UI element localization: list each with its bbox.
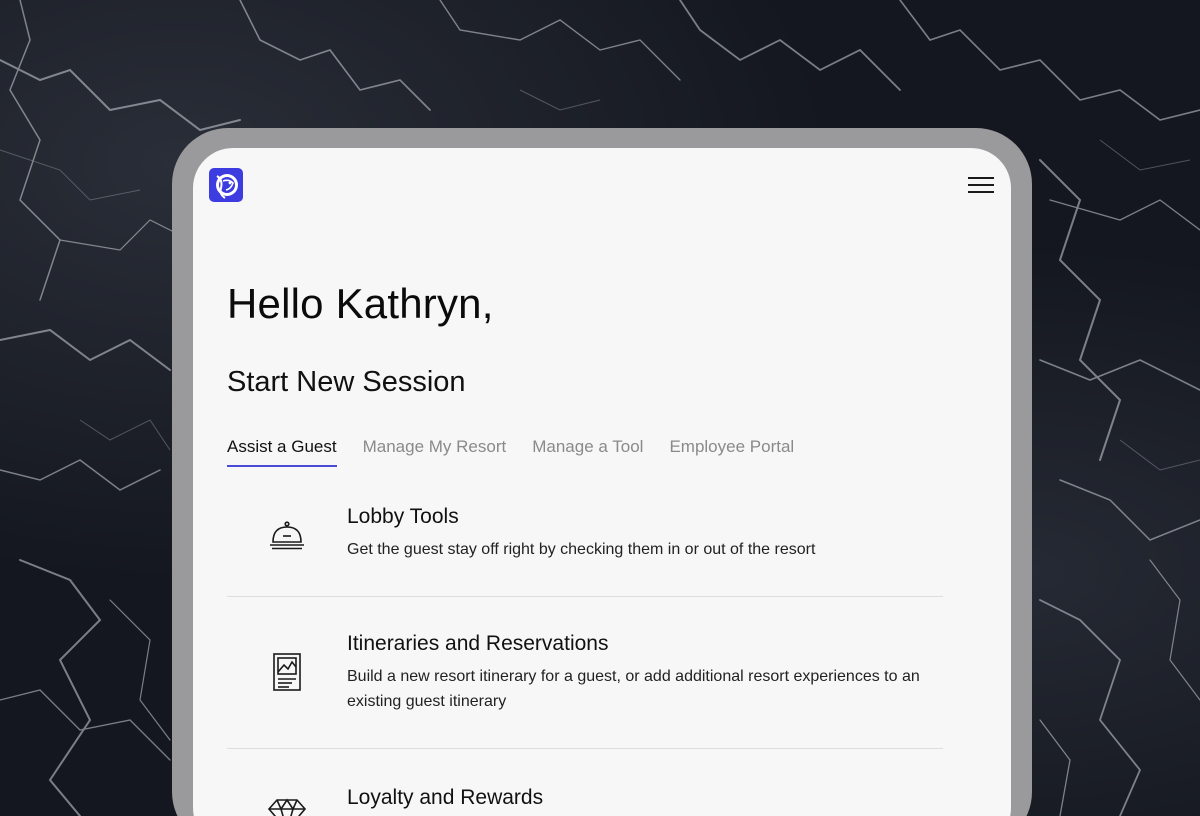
item-title: Itineraries and Reservations xyxy=(347,632,609,655)
item-description: Build a new resort itinerary for a guest… xyxy=(347,668,920,710)
list-item-lobby-tools[interactable]: Lobby Tools Get the guest stay off right… xyxy=(227,503,943,593)
greeting-heading: Hello Kathryn, xyxy=(227,280,494,327)
itinerary-document-icon xyxy=(267,650,307,691)
tablet-screen: Hello Kathryn, Start New Session Assist … xyxy=(193,148,1011,816)
hamburger-menu-icon[interactable] xyxy=(968,175,994,195)
session-tabs: Assist a Guest Manage My Resort Manage a… xyxy=(227,435,820,467)
list-item-itineraries[interactable]: Itineraries and Reservations Build a new… xyxy=(227,630,943,730)
tab-assist-a-guest[interactable]: Assist a Guest xyxy=(227,435,337,467)
item-title: Loyalty and Rewards xyxy=(347,786,544,809)
divider xyxy=(227,748,943,749)
list-item-loyalty[interactable]: Loyalty and Rewards xyxy=(227,784,943,816)
tab-employee-portal[interactable]: Employee Portal xyxy=(669,435,794,467)
section-title: Start New Session xyxy=(227,366,466,398)
divider xyxy=(227,596,943,597)
item-description: Get the guest stay off right by checking… xyxy=(347,541,816,558)
service-bell-icon xyxy=(267,515,307,555)
tab-manage-a-tool[interactable]: Manage a Tool xyxy=(532,435,643,467)
diamond-icon xyxy=(267,796,307,816)
item-title: Lobby Tools xyxy=(347,505,459,528)
lion-logo-icon[interactable] xyxy=(209,168,243,202)
tab-manage-my-resort[interactable]: Manage My Resort xyxy=(363,435,507,467)
